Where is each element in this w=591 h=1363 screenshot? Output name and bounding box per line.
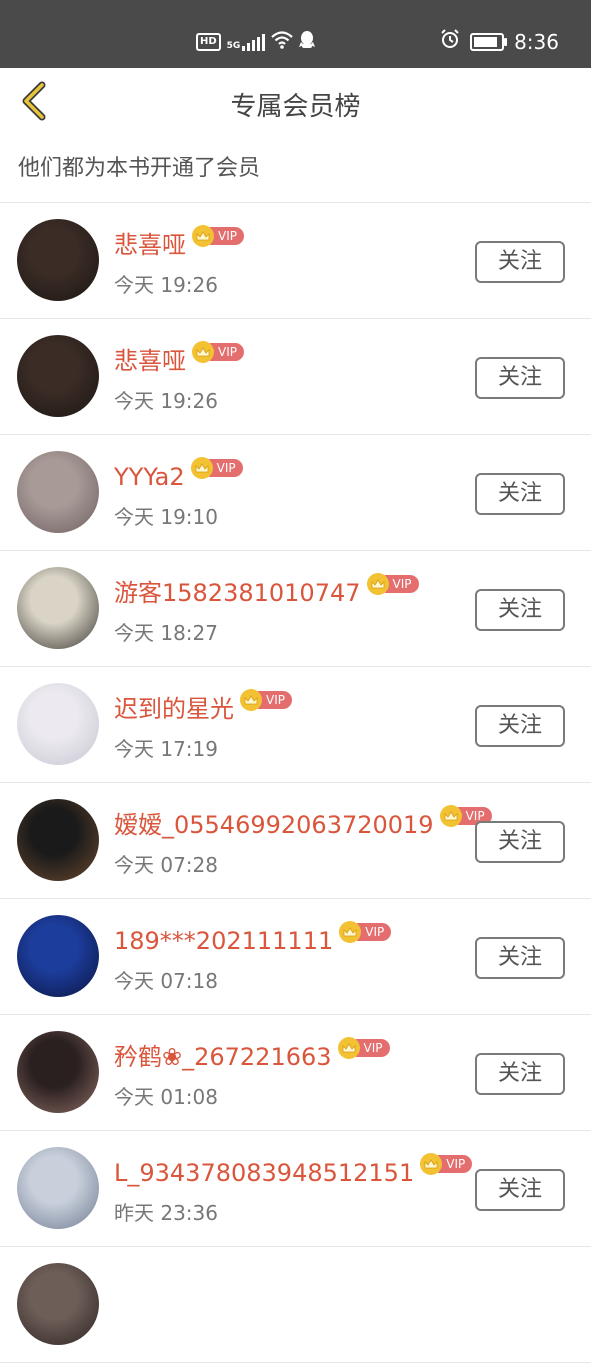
member-time: 今天 19:26 xyxy=(114,273,218,297)
member-time: 今天 19:10 xyxy=(114,505,218,529)
member-name-line: YYYa2 VIP xyxy=(114,457,243,495)
avatar[interactable] xyxy=(17,451,99,533)
member-row[interactable]: 189***202111111 VIP 今天 07:18 关注 xyxy=(0,899,591,1015)
member-name[interactable]: 游客1582381010747 xyxy=(114,575,361,611)
avatar[interactable] xyxy=(17,799,99,881)
member-row[interactable]: 游客1582381010747 VIP 今天 18:27 关注 xyxy=(0,551,591,667)
crown-icon xyxy=(190,457,213,479)
vip-label: VIP xyxy=(357,923,392,941)
follow-button[interactable]: 关注 xyxy=(475,937,565,979)
avatar[interactable] xyxy=(17,567,99,649)
crown-icon xyxy=(192,225,214,247)
avatar[interactable] xyxy=(17,683,99,765)
member-row[interactable]: 嫒嫒_05546992063720019 VIP 今天 07:28 关注 xyxy=(0,783,591,899)
member-row[interactable]: 矜鹤❀_267221663 VIP 今天 01:08 关注 xyxy=(0,1015,591,1131)
member-name[interactable]: L_934378083948512151 xyxy=(114,1155,414,1191)
hd-icon: HD xyxy=(196,33,221,51)
member-list: 悲喜哑 VIP 今天 19:26 关注 悲喜哑 VIP 今天 19:26 关注 xyxy=(0,203,591,1363)
follow-button[interactable]: 关注 xyxy=(475,1053,565,1095)
clock: 8:36 xyxy=(514,29,559,54)
member-name-line: L_934378083948512151 VIP xyxy=(114,1153,473,1191)
page-subtitle: 他们都为本书开通了会员 xyxy=(0,136,591,203)
vip-badge: VIP xyxy=(366,573,419,595)
crown-icon xyxy=(337,1037,360,1059)
avatar[interactable] xyxy=(17,1147,99,1229)
member-name-line: 悲喜哑 VIP xyxy=(114,341,244,379)
member-name[interactable]: 悲喜哑 xyxy=(114,343,186,379)
member-name-line: 迟到的星光 VIP xyxy=(114,689,292,727)
vip-badge: VIP xyxy=(192,225,244,247)
follow-button[interactable]: 关注 xyxy=(475,821,565,863)
crown-icon xyxy=(192,341,214,363)
member-name-line: 嫒嫒_05546992063720019 VIP xyxy=(114,805,492,843)
member-name-line: 悲喜哑 VIP xyxy=(114,225,244,263)
follow-button[interactable]: 关注 xyxy=(475,589,565,631)
member-row[interactable]: YYYa2 VIP 今天 19:10 关注 xyxy=(0,435,591,551)
vip-badge: VIP xyxy=(192,341,244,363)
follow-button[interactable]: 关注 xyxy=(475,357,565,399)
member-time: 今天 19:26 xyxy=(114,389,218,413)
member-time: 今天 07:28 xyxy=(114,853,218,877)
crown-icon xyxy=(366,573,389,595)
member-name[interactable]: 189***202111111 xyxy=(114,923,333,959)
vip-label: VIP xyxy=(384,575,419,593)
signal-label: 5G xyxy=(226,41,241,51)
vip-label: VIP xyxy=(210,343,244,361)
status-left-icons: HD 5G xyxy=(196,30,316,54)
member-time: 今天 17:19 xyxy=(114,737,218,761)
member-name-line: 游客1582381010747 VIP xyxy=(114,573,419,611)
follow-button[interactable]: 关注 xyxy=(475,473,565,515)
vip-label: VIP xyxy=(210,227,244,245)
vip-badge: VIP xyxy=(339,921,392,943)
member-name[interactable]: 矜鹤❀_267221663 xyxy=(114,1039,332,1075)
member-row[interactable]: 悲喜哑 VIP 今天 19:26 关注 xyxy=(0,203,591,319)
vip-label: VIP xyxy=(208,459,243,477)
member-name[interactable]: YYYa2 xyxy=(114,459,185,495)
vip-label: VIP xyxy=(355,1039,390,1057)
member-time: 昨天 23:36 xyxy=(114,1201,218,1225)
vip-badge: VIP xyxy=(240,689,292,711)
member-name-line: 189***202111111 VIP xyxy=(114,921,392,959)
alarm-icon xyxy=(440,29,460,54)
crown-icon xyxy=(240,689,262,711)
follow-button[interactable]: 关注 xyxy=(475,705,565,747)
member-row[interactable] xyxy=(0,1247,591,1363)
avatar[interactable] xyxy=(17,219,99,301)
member-name[interactable]: 迟到的星光 xyxy=(114,691,234,727)
avatar[interactable] xyxy=(17,1263,99,1345)
status-right-icons: 8:36 xyxy=(440,29,559,54)
follow-button[interactable]: 关注 xyxy=(475,1169,565,1211)
page-title: 专属会员榜 xyxy=(230,92,361,122)
member-row[interactable]: L_934378083948512151 VIP 昨天 23:36 关注 xyxy=(0,1131,591,1247)
member-row[interactable]: 迟到的星光 VIP 今天 17:19 关注 xyxy=(0,667,591,783)
app-header: 专属会员榜 xyxy=(0,68,591,136)
wifi-icon xyxy=(271,31,294,53)
avatar[interactable] xyxy=(17,335,99,417)
member-time: 今天 07:18 xyxy=(114,969,218,993)
member-row[interactable]: 悲喜哑 VIP 今天 19:26 关注 xyxy=(0,319,591,435)
qq-icon xyxy=(299,30,316,54)
crown-icon xyxy=(439,805,462,827)
vip-badge: VIP xyxy=(190,457,243,479)
battery-icon xyxy=(470,32,508,51)
vip-label: VIP xyxy=(258,691,292,709)
vip-badge: VIP xyxy=(337,1037,390,1059)
member-time: 今天 01:08 xyxy=(114,1085,218,1109)
member-name[interactable]: 悲喜哑 xyxy=(114,227,186,263)
5g-signal-icon: 5G xyxy=(227,33,266,51)
member-name[interactable]: 嫒嫒_05546992063720019 xyxy=(114,807,434,843)
avatar[interactable] xyxy=(17,915,99,997)
follow-button[interactable]: 关注 xyxy=(475,241,565,283)
status-bar: HD 5G 8:36 xyxy=(0,0,591,68)
member-name-line: 矜鹤❀_267221663 VIP xyxy=(114,1037,390,1075)
vip-label: VIP xyxy=(438,1155,473,1173)
vip-badge: VIP xyxy=(420,1153,473,1175)
member-time: 今天 18:27 xyxy=(114,621,218,645)
avatar[interactable] xyxy=(17,1031,99,1113)
